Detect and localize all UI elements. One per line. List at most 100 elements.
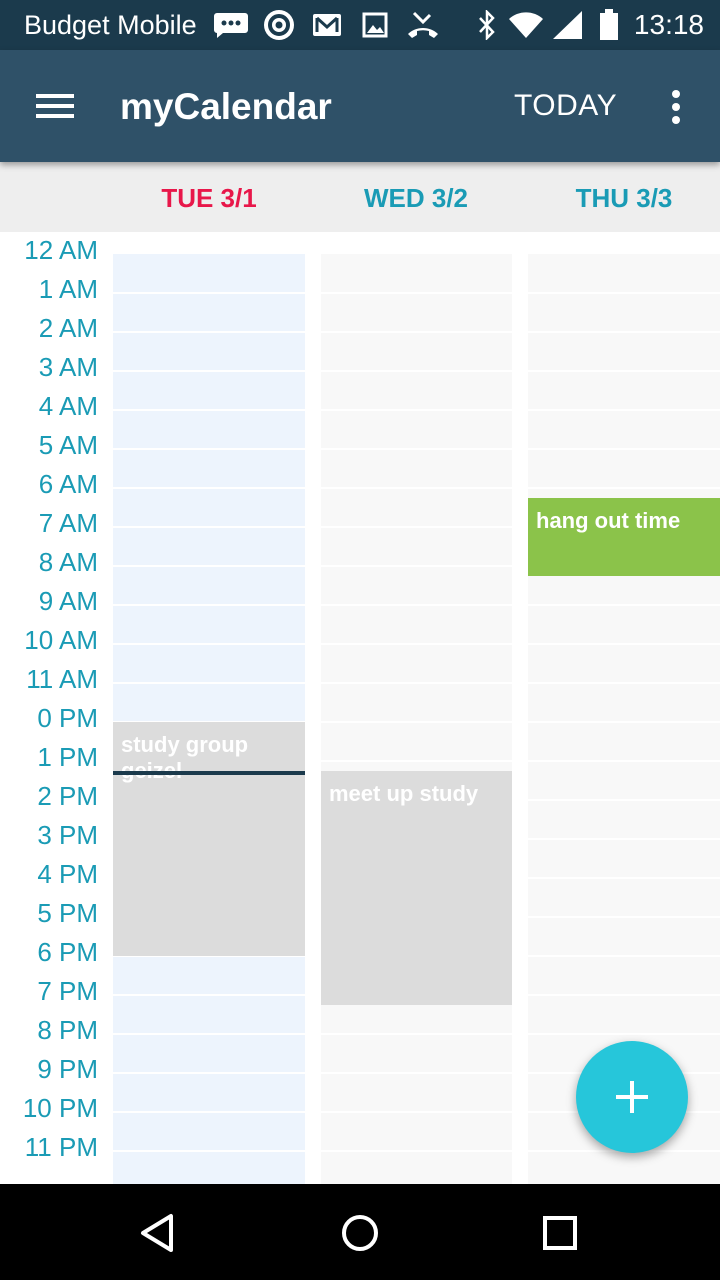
calendar-grid[interactable]: 12 AM 1 AM 2 AM 3 AM 4 AM 5 AM 6 AM 7 AM 8 AM 9 A… xyxy=(0,232,720,1184)
home-icon[interactable] xyxy=(335,1208,385,1258)
hour-divider xyxy=(321,292,512,294)
hour-divider xyxy=(528,448,720,450)
time-label: 1 PM xyxy=(37,742,98,772)
hour-divider xyxy=(113,487,305,489)
hour-divider xyxy=(528,370,720,372)
bluetooth-icon xyxy=(474,9,500,41)
time-label: 0 PM xyxy=(37,703,98,733)
time-label: 1 AM xyxy=(38,274,98,304)
day-label-tue[interactable]: TUE 3/1 xyxy=(109,182,309,214)
hour-divider xyxy=(528,877,720,879)
hour-divider xyxy=(528,331,720,333)
hour-divider xyxy=(321,604,512,606)
hour-divider xyxy=(113,565,305,567)
time-label: 7 PM xyxy=(37,976,98,1006)
time-label: 5 AM xyxy=(38,430,98,460)
time-label: 9 PM xyxy=(37,1054,98,1084)
app-title: myCalendar xyxy=(120,86,332,127)
time-label: 3 AM xyxy=(38,352,98,382)
time-label: 10 AM xyxy=(24,625,98,655)
hour-divider xyxy=(113,448,305,450)
time-label: 8 PM xyxy=(37,1015,98,1045)
day-label-thu[interactable]: THU 3/3 xyxy=(524,182,720,214)
time-label: 11 AM xyxy=(26,664,98,694)
hour-divider xyxy=(321,760,512,762)
more-options-icon[interactable] xyxy=(660,84,692,130)
today-button[interactable]: TODAY xyxy=(514,88,617,124)
hour-divider xyxy=(321,331,512,333)
hour-divider xyxy=(113,409,305,411)
hour-divider xyxy=(528,721,720,723)
hour-divider xyxy=(113,292,305,294)
at-sign-icon xyxy=(262,9,296,41)
hour-divider xyxy=(528,604,720,606)
status-bar: Budget Mobile 13:18 xyxy=(0,0,720,50)
day-column[interactable] xyxy=(113,254,305,1184)
hour-divider xyxy=(321,682,512,684)
menu-icon[interactable] xyxy=(26,80,86,132)
image-icon xyxy=(360,9,390,41)
calendar-event[interactable]: study group geizel xyxy=(113,722,305,956)
day-column[interactable] xyxy=(321,254,512,1184)
hour-divider xyxy=(528,409,720,411)
hour-divider xyxy=(321,1150,512,1152)
hour-divider xyxy=(528,292,720,294)
time-label: 4 AM xyxy=(38,391,98,421)
time-label: 11 PM xyxy=(24,1132,98,1162)
hour-divider xyxy=(113,643,305,645)
time-label: 4 PM xyxy=(37,859,98,889)
hour-divider xyxy=(321,1072,512,1074)
hour-divider xyxy=(528,760,720,762)
signal-icon xyxy=(550,9,584,41)
time-label: 2 AM xyxy=(38,313,98,343)
hour-divider xyxy=(528,994,720,996)
time-label: 6 AM xyxy=(38,469,98,499)
navigation-bar xyxy=(0,1184,720,1280)
time-label: 3 PM xyxy=(37,820,98,850)
hour-divider xyxy=(321,370,512,372)
hour-divider xyxy=(528,916,720,918)
time-label: 5 PM xyxy=(37,898,98,928)
hour-divider xyxy=(113,1033,305,1035)
calendar-event[interactable]: meet up study xyxy=(321,770,512,1005)
hour-divider xyxy=(528,955,720,957)
hour-divider xyxy=(113,604,305,606)
carrier-name: Budget Mobile xyxy=(24,10,197,40)
status-time: 13:18 xyxy=(633,9,704,40)
hour-divider xyxy=(113,1150,305,1152)
chat-icon xyxy=(212,9,250,41)
add-event-button[interactable] xyxy=(576,1041,688,1153)
recents-icon[interactable] xyxy=(535,1208,585,1258)
hour-divider xyxy=(113,994,305,996)
time-label: 2 PM xyxy=(37,781,98,811)
hour-divider xyxy=(528,1033,720,1035)
hour-divider xyxy=(321,448,512,450)
time-label: 8 AM xyxy=(38,547,98,577)
hour-divider xyxy=(113,331,305,333)
time-label: 7 AM xyxy=(38,508,98,538)
app-bar: myCalendar TODAY xyxy=(0,50,720,162)
back-icon[interactable] xyxy=(135,1208,185,1258)
hour-divider xyxy=(528,682,720,684)
calendar-event[interactable]: hang out time xyxy=(528,497,720,576)
mail-icon xyxy=(310,9,344,41)
hour-divider xyxy=(321,526,512,528)
wifi-icon xyxy=(508,9,544,41)
hour-divider xyxy=(113,370,305,372)
hour-divider xyxy=(321,1033,512,1035)
day-header: TUE 3/1 WED 3/2 THU 3/3 xyxy=(0,162,720,232)
hour-divider xyxy=(528,487,720,489)
missed-call-icon xyxy=(406,9,440,41)
hour-divider xyxy=(321,721,512,723)
hour-divider xyxy=(321,1111,512,1113)
battery-icon xyxy=(596,9,622,41)
day-label-wed[interactable]: WED 3/2 xyxy=(316,182,516,214)
hour-divider xyxy=(528,643,720,645)
hour-divider xyxy=(528,838,720,840)
hour-divider xyxy=(113,682,305,684)
hour-divider xyxy=(113,1111,305,1113)
time-label: 6 PM xyxy=(37,937,98,967)
hour-divider xyxy=(113,1072,305,1074)
time-label: 9 AM xyxy=(38,586,98,616)
time-label: 12 AM xyxy=(24,235,98,265)
